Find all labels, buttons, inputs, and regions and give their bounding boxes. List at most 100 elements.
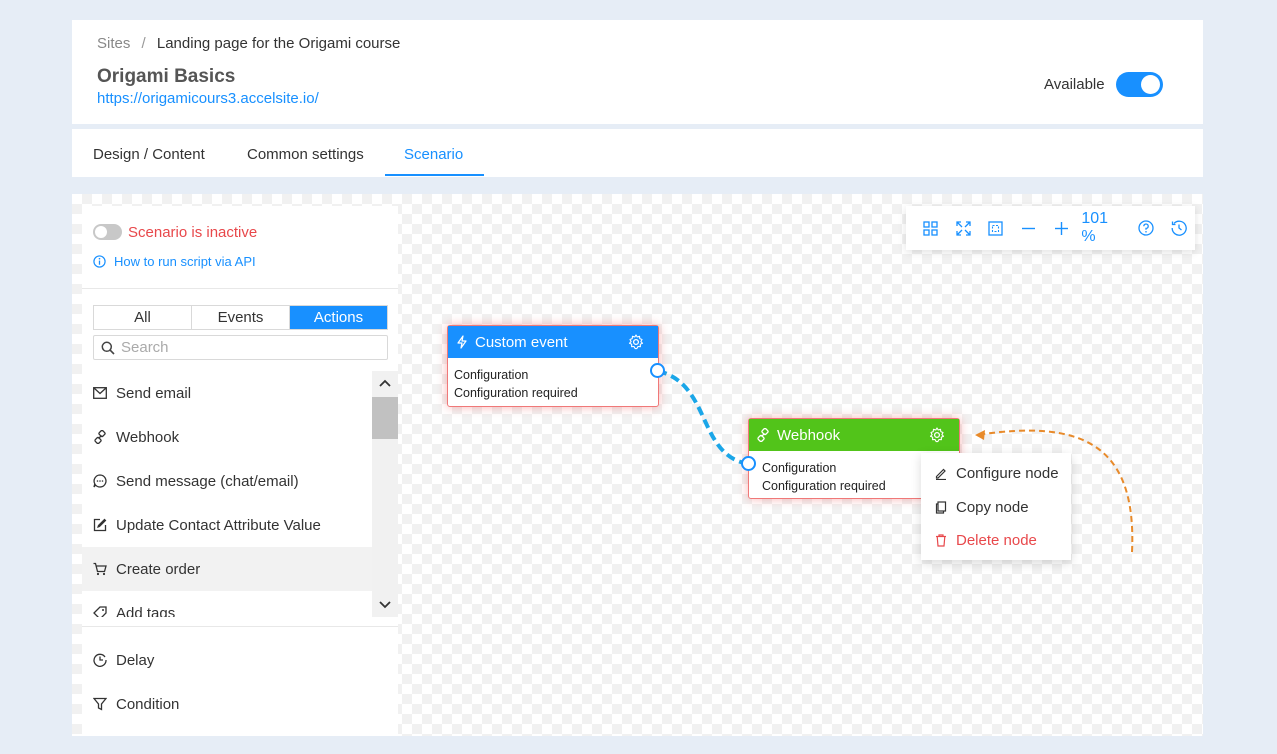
filter-all-button[interactable]: All [94, 306, 192, 329]
list-item-webhook[interactable]: Webhook [82, 415, 372, 459]
toggle-knob [1141, 75, 1160, 94]
search-input[interactable] [121, 339, 371, 356]
list-item-label: Add tags [116, 604, 176, 618]
scroll-up-button[interactable] [372, 371, 398, 395]
tag-icon [93, 606, 107, 617]
zoom-out-button[interactable] [1012, 221, 1045, 236]
flow-control-list: Delay Condition [82, 638, 398, 726]
node-config-label: Configuration [454, 368, 529, 382]
panel-divider [82, 288, 398, 289]
info-icon [93, 255, 106, 268]
output-port[interactable] [650, 363, 665, 378]
site-title: Origami Basics [97, 66, 236, 87]
search-box [93, 335, 388, 360]
list-item-label: Send message (chat/email) [116, 472, 299, 490]
available-label: Available [1044, 76, 1105, 93]
configure-node-menu-item[interactable]: Configure node [921, 457, 1071, 491]
list-item-label: Send email [116, 384, 192, 402]
custom-event-node[interactable]: Custom event Configuration Configuration… [447, 325, 659, 407]
breadcrumb: Sites / Landing page for the Origami cou… [97, 35, 400, 52]
filter-events-button[interactable]: Events [192, 306, 290, 329]
tab-bar: Design / Content Common settings Scenari… [72, 129, 1203, 177]
category-filter: All Events Actions [93, 305, 388, 330]
node-header[interactable]: Custom event [448, 326, 658, 358]
grid-button[interactable] [914, 220, 947, 236]
node-header[interactable]: Webhook [749, 419, 959, 451]
menu-item-label: Delete node [956, 532, 1037, 550]
scenario-active-toggle[interactable] [93, 224, 122, 240]
chevron-down-icon [379, 601, 391, 609]
trash-icon [936, 534, 946, 547]
copy-node-menu-item[interactable]: Copy node [921, 491, 1071, 525]
tab-common-settings[interactable]: Common settings [247, 146, 364, 163]
scenario-status: Scenario is inactive [128, 224, 258, 241]
list-item-send-message[interactable]: Send message (chat/email) [82, 459, 372, 503]
node-settings-gear-icon[interactable] [929, 427, 945, 443]
chat-icon [93, 474, 107, 488]
clock-icon [93, 653, 107, 667]
zoom-level: 101 % [1081, 210, 1109, 245]
active-tab-indicator [385, 174, 484, 176]
list-item-delay[interactable]: Delay [82, 638, 398, 682]
fit-view-button[interactable] [979, 220, 1012, 236]
scrollbar-thumb[interactable] [372, 397, 398, 439]
list-item-send-email[interactable]: Send email [82, 371, 372, 415]
api-help-link-text: How to run script via API [114, 254, 256, 269]
edit-icon [93, 518, 107, 532]
grid-icon [923, 220, 938, 236]
list-item-create-order[interactable]: Create order [82, 547, 372, 591]
delete-node-menu-item[interactable]: Delete node [921, 524, 1071, 558]
help-button[interactable] [1130, 220, 1163, 236]
filter-actions-button[interactable]: Actions [290, 306, 387, 329]
list-item-update-contact-attribute[interactable]: Update Contact Attribute Value [82, 503, 372, 547]
panel-divider [82, 626, 398, 627]
input-port[interactable] [741, 456, 756, 471]
breadcrumb-current: Landing page for the Origami course [156, 35, 401, 52]
list-item-label: Condition [116, 695, 180, 713]
link-icon [94, 430, 106, 444]
site-url-link[interactable]: https://origamicours3.accelsite.io/ [97, 90, 319, 107]
api-help-link[interactable]: How to run script via API [93, 254, 256, 269]
mail-icon [93, 387, 107, 399]
menu-item-label: Configure node [956, 465, 1059, 483]
filter-icon [93, 697, 107, 711]
toggle-knob [95, 226, 107, 238]
tab-scenario[interactable]: Scenario [404, 146, 463, 163]
zoom-in-button[interactable] [1045, 221, 1078, 236]
breadcrumb-sites-link[interactable]: Sites [97, 35, 130, 52]
scroll-down-button[interactable] [372, 593, 398, 617]
history-button[interactable] [1162, 220, 1195, 236]
node-context-menu: Configure node Copy node Delete node [921, 453, 1071, 560]
fullscreen-button[interactable] [947, 220, 980, 236]
tab-design-content[interactable]: Design / Content [93, 146, 205, 163]
link-icon [757, 428, 769, 442]
menu-item-label: Copy node [956, 498, 1029, 516]
node-connector [657, 369, 750, 466]
copy-icon [935, 501, 947, 514]
list-item-label: Create order [116, 560, 201, 578]
node-title: Webhook [777, 426, 841, 444]
pencil-icon [935, 468, 946, 481]
node-config-status: Configuration required [454, 386, 578, 400]
node-settings-gear-icon[interactable] [628, 334, 644, 350]
list-item-condition[interactable]: Condition [82, 682, 398, 726]
scenario-canvas[interactable]: Scenario is inactive How to run script v… [72, 194, 1203, 736]
fit-icon [988, 220, 1003, 236]
actions-list-scrollbar[interactable] [372, 371, 398, 617]
list-item-add-tags[interactable]: Add tags [82, 591, 372, 617]
node-title: Custom event [475, 333, 568, 351]
zoom-in-icon [1054, 221, 1068, 235]
cart-icon [93, 562, 107, 576]
list-item-label: Update Contact Attribute Value [116, 516, 321, 534]
node-body: Configuration Configuration required [448, 358, 658, 410]
history-icon [1171, 220, 1187, 236]
actions-panel: Scenario is inactive How to run script v… [82, 206, 398, 736]
canvas-toolbar: 101 % [906, 206, 1195, 250]
available-toggle[interactable] [1116, 72, 1163, 97]
actions-list: Send email Webhook Send message (chat/em… [82, 371, 372, 617]
search-icon [101, 341, 115, 355]
lightning-icon [457, 335, 467, 349]
zoom-out-icon [1021, 227, 1035, 229]
help-icon [1138, 220, 1154, 236]
annotation-arrow-head [975, 430, 985, 440]
